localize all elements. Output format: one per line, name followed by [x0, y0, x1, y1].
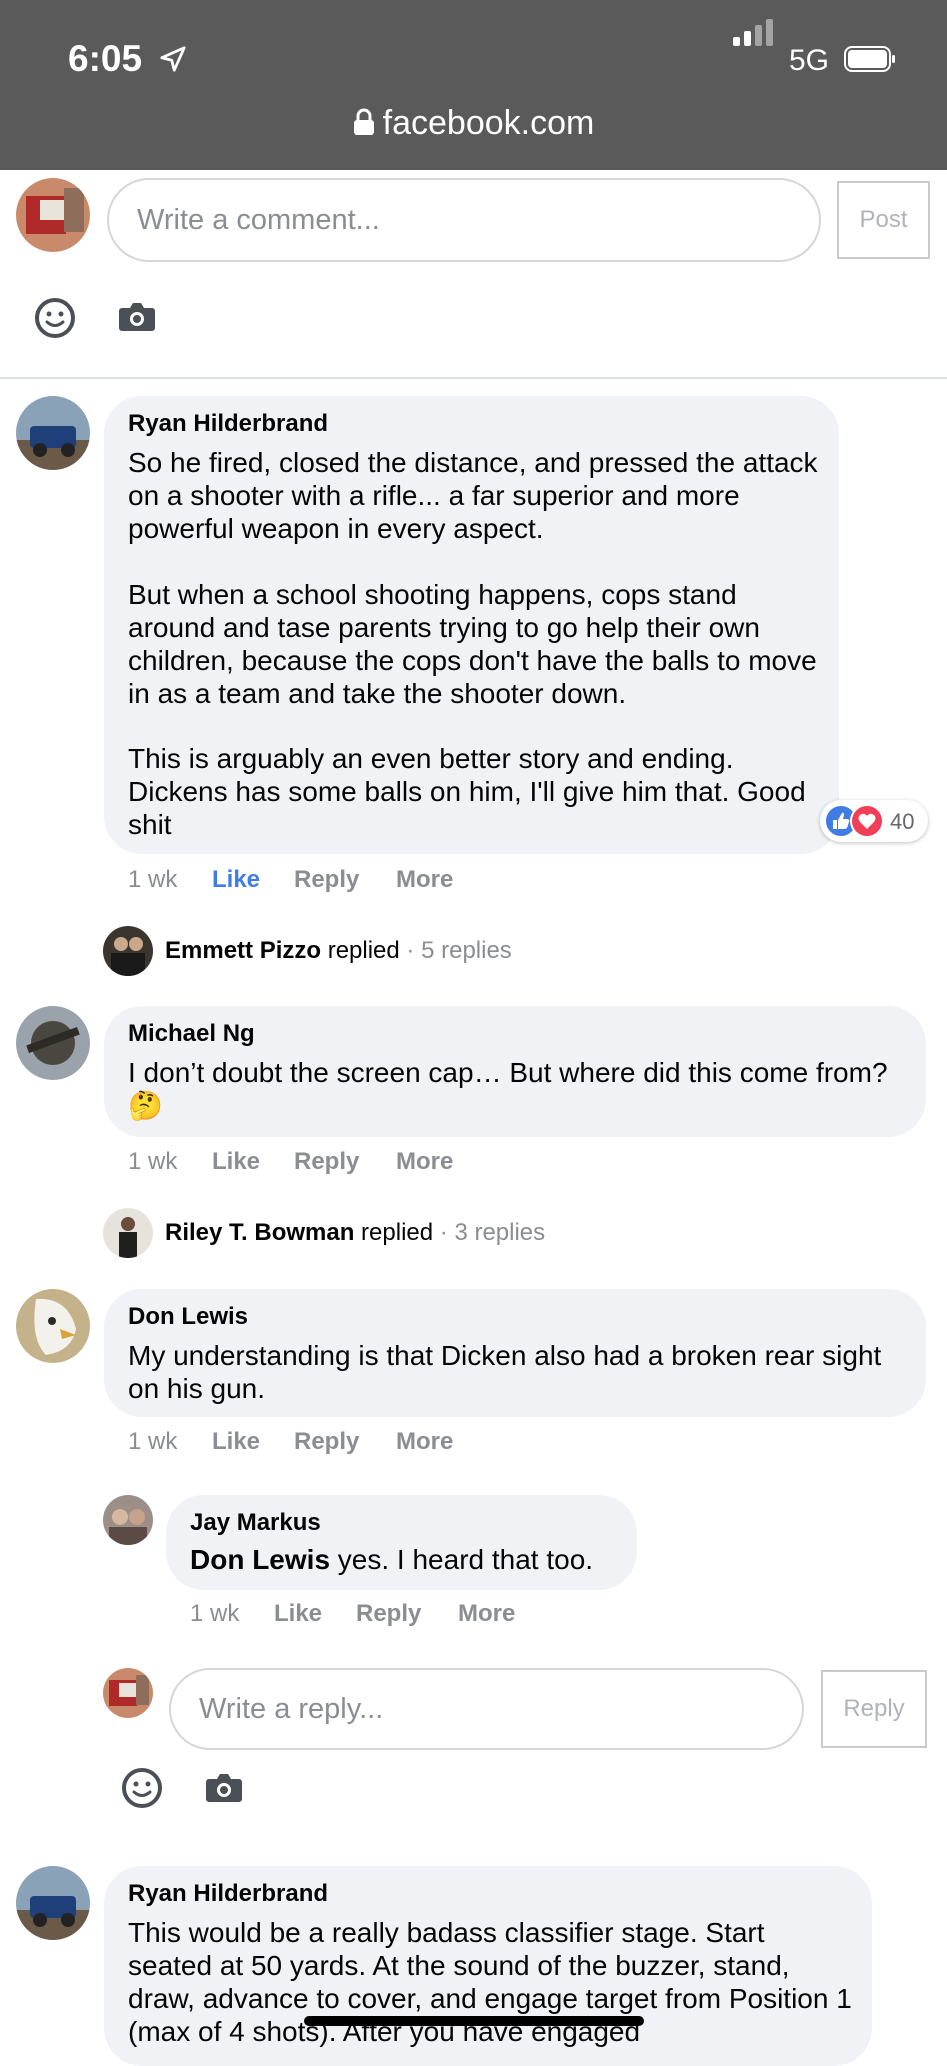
comment-timestamp[interactable]: 1 wk [128, 866, 177, 894]
comment-author[interactable]: Don Lewis [128, 1303, 248, 1331]
replies-separator: · [406, 937, 415, 964]
more-button[interactable]: More [458, 1600, 515, 1628]
comment-text-paragraph: But when a school shooting happens, cops… [128, 579, 825, 709]
current-user-avatar [16, 178, 90, 252]
replied-verb: replied [361, 1219, 434, 1246]
home-indicator [304, 2016, 644, 2026]
comment-text-body: I don’t doubt the screen cap… But where … [128, 1057, 888, 1088]
reply-text-body: yes. I heard that too. [330, 1544, 594, 1575]
replies-count: 5 replies [421, 937, 512, 964]
comment-text-paragraph: This is arguably an even better story an… [128, 743, 814, 840]
comment-bubble: Don Lewis My understanding is that Dicke… [104, 1289, 926, 1417]
replied-verb: replied [327, 937, 400, 964]
emoji-icon[interactable] [34, 297, 76, 339]
like-button[interactable]: Like [212, 866, 260, 894]
comment-author[interactable]: Ryan Hilderbrand [128, 1880, 328, 1908]
reply-button[interactable]: Reply [356, 1600, 421, 1628]
avatar[interactable] [16, 1289, 90, 1363]
more-button[interactable]: More [396, 1428, 453, 1456]
comment-text: I don’t doubt the screen cap… But where … [128, 1056, 908, 1122]
location-arrow-icon [160, 46, 186, 72]
reaction-count: 40 [890, 809, 915, 834]
reply-button[interactable]: Reply [294, 1428, 359, 1456]
lock-icon [353, 108, 374, 135]
avatar[interactable] [16, 1866, 90, 1940]
reply-input[interactable]: Write a reply... [169, 1668, 804, 1750]
reply-input-placeholder: Write a reply... [199, 1692, 384, 1725]
comment-text: This would be a really badass classifier… [128, 1917, 860, 2047]
section-divider [0, 377, 947, 379]
replies-summary[interactable]: Emmett Pizzo replied · 5 replies [165, 937, 512, 965]
mention-link[interactable]: Don Lewis [190, 1544, 330, 1575]
more-button[interactable]: More [396, 1148, 453, 1176]
thinking-emoji: 🤔 [128, 1090, 163, 1121]
more-button[interactable]: More [396, 866, 453, 894]
avatar[interactable] [103, 1208, 153, 1258]
love-reaction-icon [850, 804, 884, 838]
comment-text: My understanding is that Dicken also had… [128, 1340, 890, 1404]
emoji-icon[interactable] [121, 1767, 163, 1809]
reply-bubble: Jay Markus Don Lewis yes. I heard that t… [166, 1495, 637, 1590]
address-bar[interactable]: facebook.com [0, 104, 947, 143]
comment-input[interactable]: Write a comment... [107, 178, 821, 262]
comment-timestamp[interactable]: 1 wk [128, 1428, 177, 1456]
comment-text-paragraph: So he fired, closed the distance, and pr… [128, 447, 826, 544]
post-button-label: Post [859, 206, 908, 233]
browser-status-bar: 6:05 5G facebook.com [0, 0, 947, 170]
comment-author[interactable]: Michael Ng [128, 1020, 255, 1048]
reply-button[interactable]: Reply [294, 866, 359, 894]
reply-button[interactable]: Reply [294, 1148, 359, 1176]
camera-icon[interactable] [205, 1771, 243, 1803]
status-time: 6:05 [68, 38, 143, 79]
camera-icon[interactable] [118, 300, 156, 332]
reaction-summary[interactable]: 40 [820, 800, 928, 842]
battery-icon [844, 46, 895, 72]
current-user-avatar [103, 1668, 153, 1718]
comment-bubble: Michael Ng I don’t doubt the screen cap…… [104, 1006, 926, 1137]
avatar[interactable] [103, 926, 153, 976]
comment-timestamp[interactable]: 1 wk [128, 1148, 177, 1176]
reply-author[interactable]: Jay Markus [190, 1509, 321, 1537]
replier-name: Emmett Pizzo [165, 937, 322, 964]
replies-summary[interactable]: Riley T. Bowman replied · 3 replies [165, 1219, 545, 1247]
reply-submit-button[interactable]: Reply [821, 1670, 927, 1748]
post-button[interactable]: Post [837, 181, 930, 259]
comment-input-placeholder: Write a comment... [137, 203, 380, 236]
avatar[interactable] [103, 1495, 153, 1545]
like-button[interactable]: Like [274, 1600, 322, 1628]
like-button[interactable]: Like [212, 1428, 260, 1456]
network-type: 5G [789, 44, 830, 77]
replies-count: 3 replies [454, 1219, 546, 1246]
url-text: facebook.com [382, 104, 595, 142]
replies-separator: · [439, 1219, 448, 1246]
replier-name: Riley T. Bowman [165, 1219, 355, 1246]
avatar[interactable] [16, 396, 90, 470]
comment-bubble: Ryan Hilderbrand So he fired, closed the… [104, 396, 839, 854]
comment-author[interactable]: Ryan Hilderbrand [128, 410, 328, 438]
reply-timestamp[interactable]: 1 wk [190, 1600, 239, 1628]
like-button[interactable]: Like [212, 1148, 260, 1176]
avatar[interactable] [16, 1006, 90, 1080]
reply-submit-label: Reply [843, 1695, 905, 1722]
comment-bubble: Ryan Hilderbrand This would be a really … [104, 1866, 872, 2066]
reply-text: Don Lewis yes. I heard that too. [190, 1543, 630, 1576]
